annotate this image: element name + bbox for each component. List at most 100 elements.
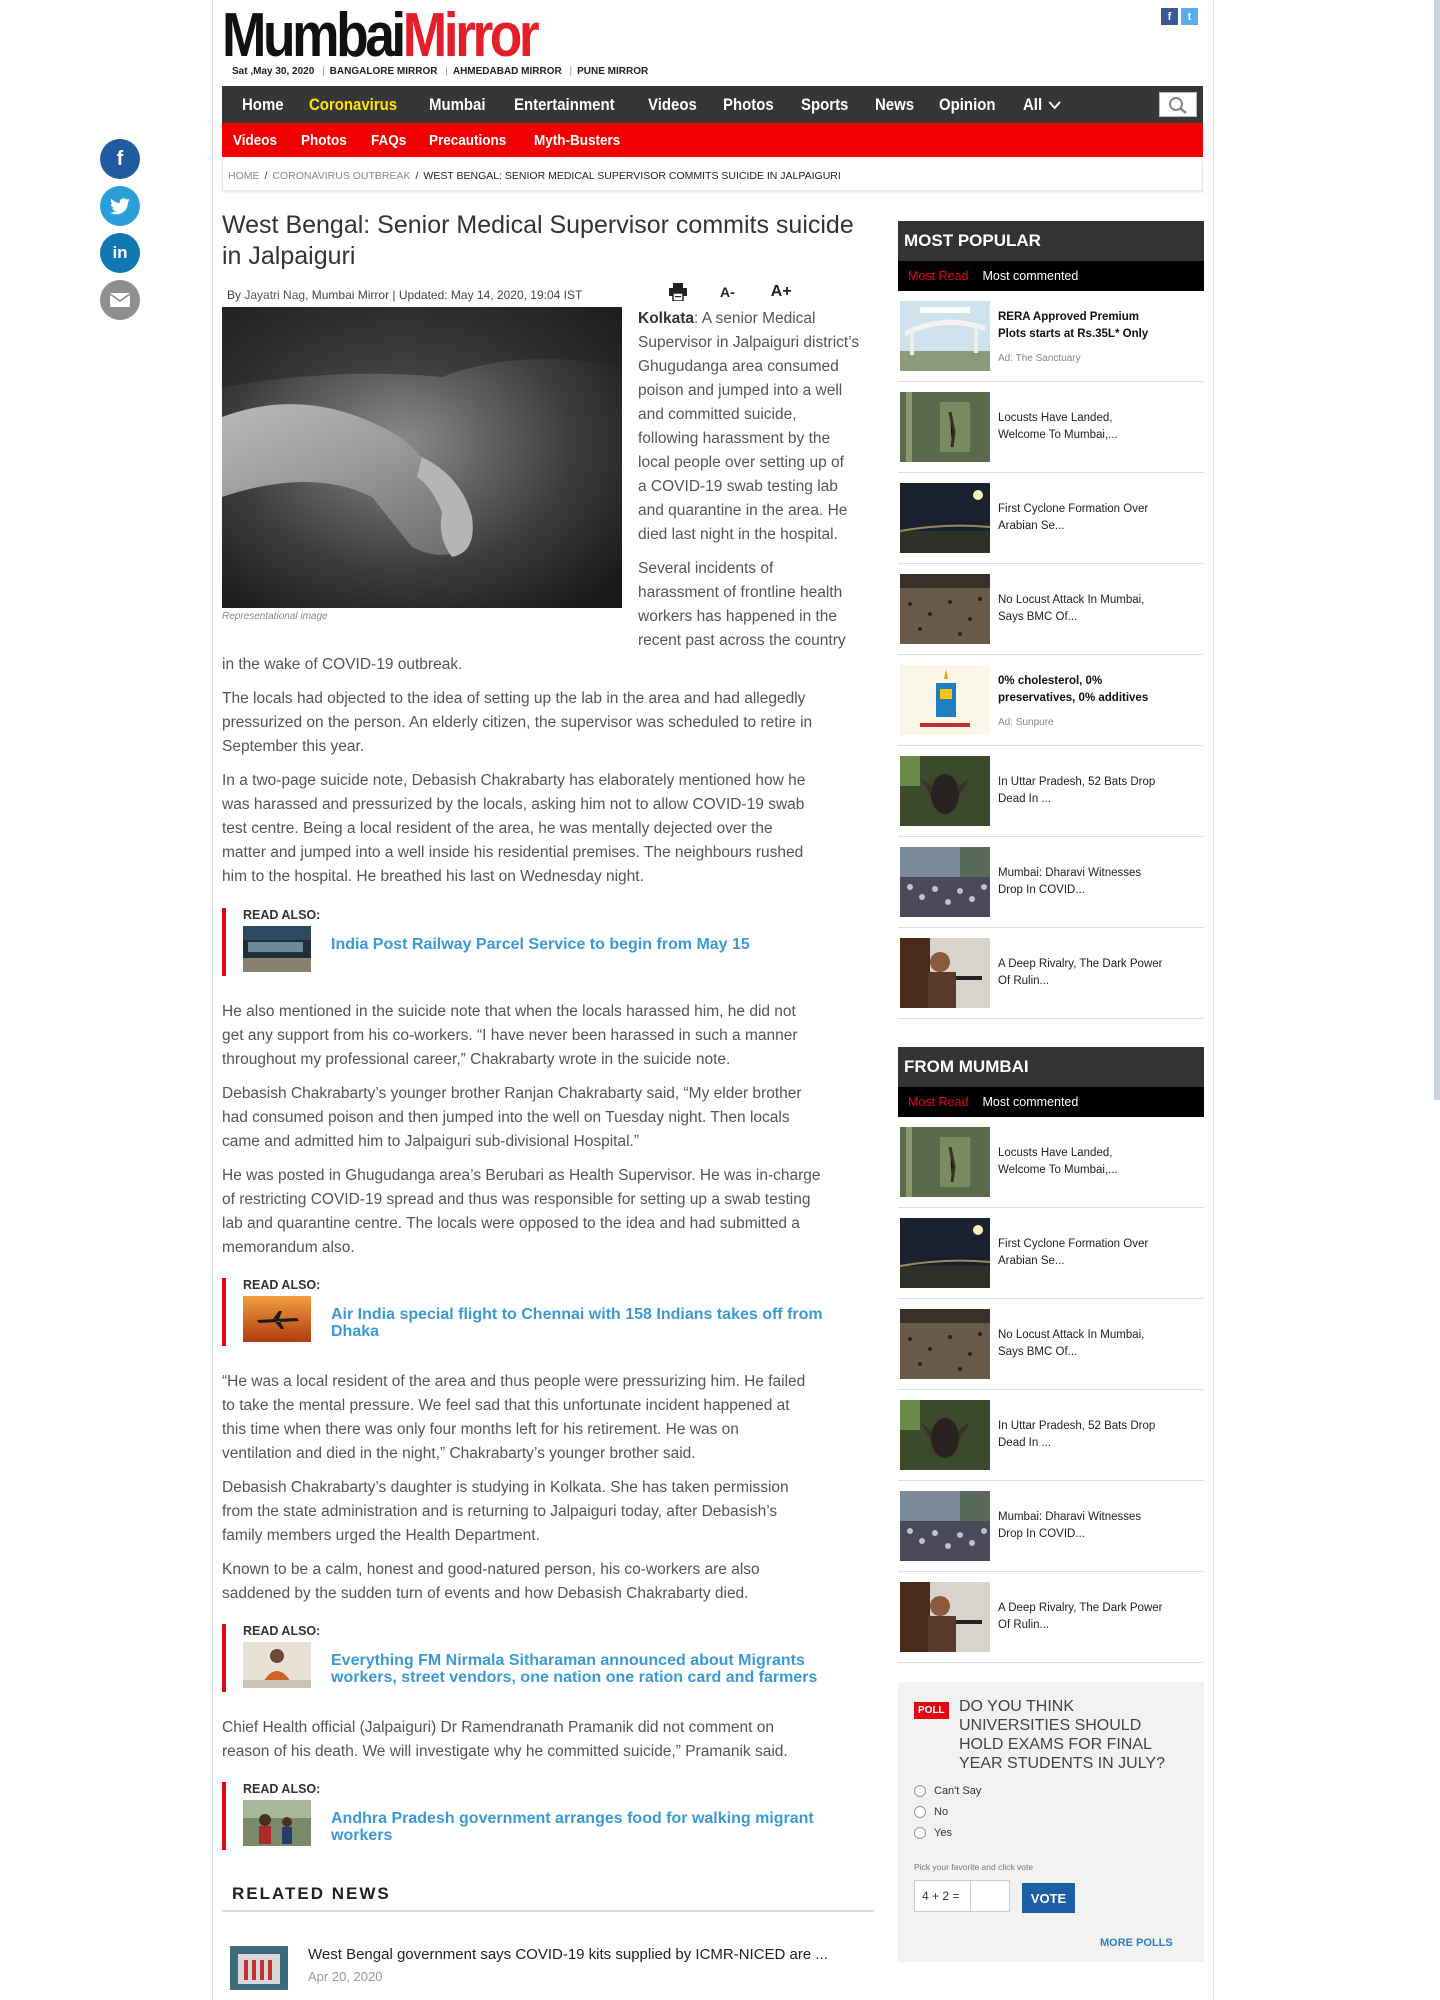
story-title[interactable]: First Cyclone Formation Over Arabian Se..… [998, 501, 1168, 535]
read-also-link[interactable]: India Post Railway Parcel Service to beg… [331, 936, 750, 953]
sidebar-story-item[interactable]: A Deep Rivalry, The Dark Power Of Rulin..… [898, 1572, 1204, 1663]
related-news-item[interactable]: West Bengal government says COVID-19 kit… [230, 1946, 828, 1990]
breadcrumb-home[interactable]: HOME [228, 170, 260, 182]
header-social: f t [1161, 8, 1198, 25]
tab-most-commented[interactable]: Most commented [982, 269, 1078, 283]
poll-option[interactable]: Yes [914, 1827, 952, 1839]
nav-item-sports[interactable]: Sports [801, 95, 848, 115]
edition-link[interactable]: PUNE MIRROR [577, 66, 648, 77]
sidebar-story-item[interactable]: A Deep Rivalry, The Dark Power Of Rulin..… [898, 928, 1204, 1019]
story-title[interactable]: Mumbai: Dharavi Witnesses Drop In COVID..… [998, 865, 1168, 899]
sidebar-story-item[interactable]: No Locust Attack In Mumbai, Says BMC Of..… [898, 564, 1204, 655]
sidebar-story-item[interactable]: Locusts Have Landed, Welcome To Mumbai,..… [898, 1117, 1204, 1208]
nav-item-coronavirus[interactable]: Coronavirus [309, 95, 397, 115]
article-paragraph-cont: in the wake of COVID-19 outbreak. [222, 656, 463, 673]
nav-item-opinion[interactable]: Opinion [939, 95, 996, 115]
sidebar-ad-item[interactable]: RERA Approved Premium Plots starts at Rs.… [898, 291, 1204, 382]
nav-item-videos[interactable]: Videos [648, 95, 697, 115]
story-title[interactable]: In Uttar Pradesh, 52 Bats Drop Dead In ..… [998, 774, 1168, 808]
story-thumbnail [900, 938, 990, 1008]
nav-item-entertainment[interactable]: Entertainment [514, 95, 615, 115]
read-also-thumbnail[interactable] [243, 1296, 311, 1342]
scrollbar[interactable] [1434, 0, 1440, 1100]
poll-option[interactable]: No [914, 1806, 948, 1818]
story-title[interactable]: A Deep Rivalry, The Dark Power Of Rulin..… [998, 956, 1168, 990]
radio-button[interactable] [914, 1785, 926, 1797]
article-paragraph: The locals had objected to the idea of s… [222, 690, 813, 755]
read-also-thumbnail[interactable] [243, 926, 311, 972]
related-news-date: Apr 20, 2020 [308, 1969, 383, 1984]
read-also-label: READ ALSO: [243, 908, 321, 922]
site-logo[interactable]: MumbaiMirror [222, 4, 540, 68]
print-icon[interactable] [668, 283, 688, 301]
sidebar-story-item[interactable]: Mumbai: Dharavi Witnesses Drop In COVID..… [898, 837, 1204, 928]
radio-button[interactable] [914, 1806, 926, 1818]
ad-label: Ad: The Sanctuary [998, 352, 1081, 364]
chevron-down-icon [1049, 100, 1062, 109]
story-thumbnail [900, 1309, 990, 1379]
sidebar-story-item[interactable]: Mumbai: Dharavi Witnesses Drop In COVID..… [898, 1481, 1204, 1572]
story-title[interactable]: Locusts Have Landed, Welcome To Mumbai,..… [998, 1145, 1168, 1179]
story-title[interactable]: Mumbai: Dharavi Witnesses Drop In COVID..… [998, 1509, 1168, 1543]
search-icon [1169, 96, 1187, 114]
search-button[interactable] [1159, 92, 1197, 117]
nav-item-home[interactable]: Home [242, 95, 284, 115]
story-title[interactable]: No Locust Attack In Mumbai, Says BMC Of..… [998, 592, 1168, 626]
read-also-link[interactable]: Andhra Pradesh government arranges food … [331, 1810, 814, 1844]
article-paragraph: Kolkata: A senior Medical Supervisor in … [638, 310, 860, 543]
tab-most-read[interactable]: Most Read [908, 1095, 968, 1109]
read-also-thumbnail[interactable] [243, 1642, 311, 1688]
edition-link[interactable]: AHMEDABAD MIRROR [453, 66, 562, 77]
linkedin-share-icon[interactable]: in [100, 233, 140, 273]
breadcrumb-section[interactable]: CORONAVIRUS OUTBREAK [272, 170, 410, 182]
facebook-icon[interactable]: f [1161, 8, 1178, 25]
subnav-item-myth-busters[interactable]: Myth-Busters [534, 132, 620, 149]
sidebar-story-item[interactable]: In Uttar Pradesh, 52 Bats Drop Dead In ..… [898, 1390, 1204, 1481]
poll-option[interactable]: Can't Say [914, 1785, 981, 1797]
main-nav: Home Coronavirus Mumbai Entertainment Vi… [222, 86, 1203, 123]
captcha-input[interactable] [969, 1881, 1009, 1911]
story-title[interactable]: In Uttar Pradesh, 52 Bats Drop Dead In ..… [998, 1418, 1168, 1452]
sidebar-ad-item[interactable]: 0% cholesterol, 0% preservatives, 0% addi… [898, 655, 1204, 746]
most-popular-heading: MOST POPULAR [898, 221, 1204, 261]
poll-question: DO YOU THINK UNIVERSITIES SHOULD HOLD EX… [959, 1698, 1165, 1772]
read-also-link[interactable]: Everything FM Nirmala Sitharaman announc… [331, 1652, 817, 1686]
sidebar-story-item[interactable]: Locusts Have Landed, Welcome To Mumbai,..… [898, 382, 1204, 473]
more-polls-link[interactable]: MORE POLLS [1100, 1937, 1173, 1949]
subnav-item-photos[interactable]: Photos [301, 132, 347, 149]
related-news-title[interactable]: West Bengal government says COVID-19 kit… [308, 1946, 828, 1963]
subnav-item-faqs[interactable]: FAQs [371, 132, 406, 149]
read-also-thumbnail[interactable] [243, 1800, 311, 1846]
story-title[interactable]: First Cyclone Formation Over Arabian Se..… [998, 1236, 1168, 1270]
nav-item-photos[interactable]: Photos [723, 95, 774, 115]
subnav-item-videos[interactable]: Videos [233, 132, 277, 149]
sidebar-story-item[interactable]: In Uttar Pradesh, 52 Bats Drop Dead In ..… [898, 746, 1204, 837]
font-decrease-button[interactable]: A- [720, 284, 735, 300]
read-also-link[interactable]: Air India special flight to Chennai with… [331, 1306, 823, 1340]
sidebar-story-item[interactable]: No Locust Attack In Mumbai, Says BMC Of..… [898, 1299, 1204, 1390]
edition-link[interactable]: BANGALORE MIRROR [330, 66, 438, 77]
twitter-share-icon[interactable] [100, 186, 140, 226]
story-title[interactable]: A Deep Rivalry, The Dark Power Of Rulin..… [998, 1600, 1168, 1634]
story-title[interactable]: Locusts Have Landed, Welcome To Mumbai,..… [998, 410, 1168, 444]
font-increase-button[interactable]: A+ [771, 283, 792, 301]
radio-button[interactable] [914, 1827, 926, 1839]
facebook-share-icon[interactable]: f [100, 139, 140, 179]
mail-share-icon[interactable] [100, 280, 140, 320]
author-link[interactable]: Jayatri Nag [244, 288, 305, 302]
nav-item-news[interactable]: News [875, 95, 914, 115]
nav-item-mumbai[interactable]: Mumbai [429, 95, 486, 115]
nav-item-all[interactable]: All [1023, 95, 1062, 115]
sidebar-story-item[interactable]: First Cyclone Formation Over Arabian Se..… [898, 473, 1204, 564]
ad-title[interactable]: RERA Approved Premium Plots starts at Rs.… [998, 309, 1168, 343]
ad-thumbnail [900, 301, 990, 371]
ad-title[interactable]: 0% cholesterol, 0% preservatives, 0% addi… [998, 673, 1168, 707]
sidebar-story-item[interactable]: First Cyclone Formation Over Arabian Se..… [898, 1208, 1204, 1299]
subnav-item-precautions[interactable]: Precautions [429, 132, 506, 149]
related-news-heading: RELATED NEWS [222, 1884, 874, 1912]
tab-most-read[interactable]: Most Read [908, 269, 968, 283]
tab-most-commented[interactable]: Most commented [982, 1095, 1078, 1109]
vote-button[interactable]: VOTE [1022, 1883, 1075, 1913]
twitter-icon[interactable]: t [1181, 8, 1198, 25]
story-title[interactable]: No Locust Attack In Mumbai, Says BMC Of..… [998, 1327, 1168, 1361]
